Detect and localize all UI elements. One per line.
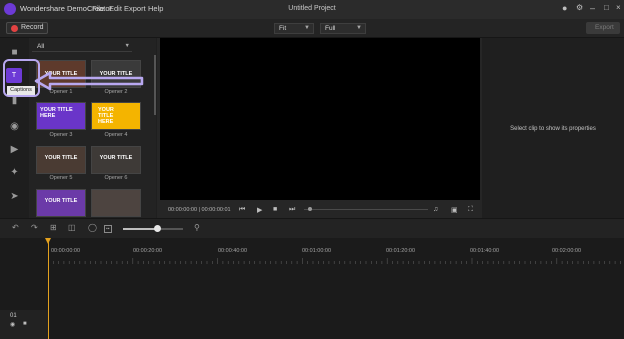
account-icon[interactable]: ● [562,3,567,13]
filter-select[interactable]: All ▼ [32,43,132,52]
thumb-label: Opener 6 [104,175,128,181]
record-label: Record [21,24,44,31]
record-button[interactable]: Record [6,22,48,34]
undo-icon[interactable]: ↶ [12,223,19,232]
thumb-label: Opener 5 [49,175,73,181]
track-number: 01 [10,313,17,319]
time-tick: 00:00:40:00 [218,248,248,254]
close-icon[interactable]: × [616,3,621,12]
lock-icon[interactable]: ■ [23,321,27,327]
folder-icon[interactable]: ■ [8,47,21,58]
step-forward-icon[interactable]: ⏭ [289,206,295,214]
export-label: Export [595,24,614,31]
redo-icon[interactable]: ↷ [31,223,38,232]
pin-icon[interactable]: ➤ [8,191,21,202]
title-bar: Wondershare DemoCreator File Edit Export… [0,0,624,19]
play-icon[interactable]: ▶ [257,206,262,214]
preview-canvas[interactable] [160,38,480,200]
timeline-ruler [48,258,621,264]
thumb-label: Opener 4 [104,132,128,138]
chevron-down-icon: ▼ [304,25,310,31]
zoom-slider-fill [123,228,157,230]
thumb-text: YOUR TITLE HERE [98,107,114,125]
full-select[interactable]: Full ▼ [320,23,366,34]
split-icon[interactable]: ◫ [68,223,76,232]
thumb-text: YOUR TITLE HERE [40,107,73,119]
record-dot-icon [11,25,18,32]
chevron-down-icon: ▼ [124,43,130,49]
time-tick: 00:01:40:00 [470,248,500,254]
time-tick: 00:01:00:00 [302,248,332,254]
fit-select[interactable]: Fit ▼ [274,23,314,34]
zoom-slider-knob[interactable] [154,225,161,232]
time-tick: 00:01:20:00 [386,248,416,254]
effects-icon[interactable]: ✦ [8,167,21,178]
snapshot-icon[interactable]: ▣ [451,206,458,214]
step-back-icon[interactable]: ⏮ [239,206,245,214]
crop-icon[interactable]: ⊞ [50,223,57,232]
caption-opener-5[interactable]: YOUR TITLE [36,146,86,174]
export-button[interactable]: Export [586,22,620,34]
caption-opener-7[interactable]: YOUR TITLE [36,189,86,217]
document-title: Untitled Project [288,5,336,12]
time-tick: 00:00:20:00 [133,248,163,254]
seek-bar[interactable] [304,209,428,210]
transitions-icon[interactable]: ▶ [8,144,21,155]
library-scrollbar[interactable] [154,55,156,115]
caption-opener-6[interactable]: YOUR TITLE [91,146,141,174]
thumb-text: YOUR TITLE [44,155,78,161]
time-tick: 00:00:00:00 [51,248,81,254]
caption-mark-icon[interactable]: ▪▪ [104,225,112,233]
thumb-text: YOUR TITLE [44,198,78,204]
shield-icon[interactable]: ◯ [88,223,97,232]
full-select-value: Full [325,25,336,32]
volume-icon[interactable]: ♫ [433,206,438,213]
playhead-handle[interactable] [45,238,51,244]
settings-icon[interactable]: ⚙ [576,3,583,12]
timecode: 00:00:00:00 | 00:00:00:01 [168,207,231,213]
visibility-icon[interactable]: ◉ [10,321,15,328]
maximize-icon[interactable]: □ [604,3,609,12]
microphone-icon[interactable]: ⚲ [194,223,200,232]
captions-tooltip: Captions [7,86,35,95]
thumb-label: Opener 3 [49,132,73,138]
stop-icon[interactable]: ■ [273,206,277,213]
time-tick: 00:02:00:00 [552,248,582,254]
callout-arrow-icon [34,71,144,91]
fit-select-value: Fit [279,25,287,32]
properties-empty-message: Select clip to show its properties [510,126,596,132]
caption-opener-4[interactable]: YOUR TITLE HERE [91,102,141,130]
stickers-icon[interactable]: ◉ [8,121,21,132]
playhead[interactable] [48,240,49,339]
filter-select-value: All [37,43,45,50]
minimize-icon[interactable]: – [590,3,595,13]
caption-opener-3[interactable]: YOUR TITLE HERE [36,102,86,130]
seek-knob[interactable] [308,207,312,211]
fullscreen-icon[interactable]: ⛶ [468,206,473,214]
caption-opener-8[interactable] [91,189,141,217]
chevron-down-icon: ▼ [356,25,362,31]
thumb-text: YOUR TITLE [99,155,133,161]
